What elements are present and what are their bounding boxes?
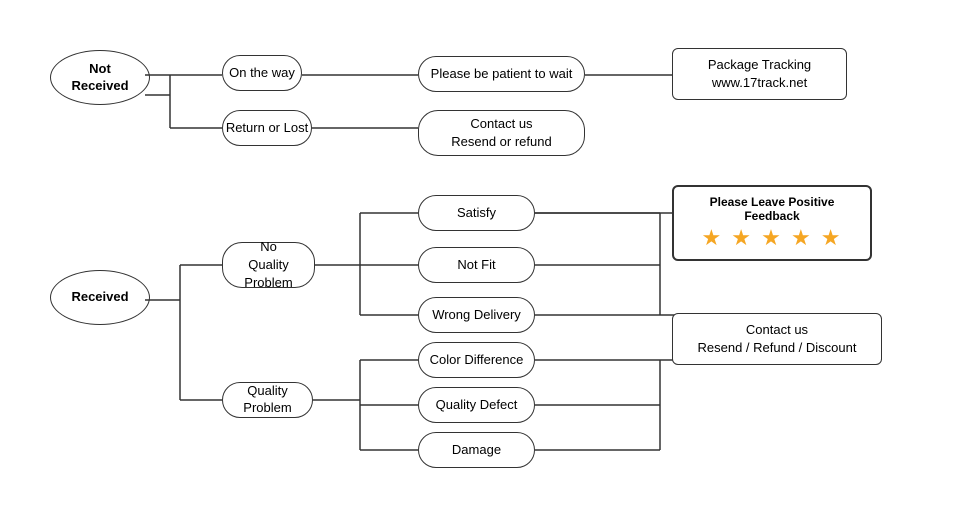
contact-resend-node: Contact us Resend or refund — [418, 110, 585, 156]
satisfy-node: Satisfy — [418, 195, 535, 231]
damage-node: Damage — [418, 432, 535, 468]
received-node: Received — [50, 270, 150, 325]
feedback-box: Please Leave Positive Feedback ★ ★ ★ ★ ★ — [672, 185, 872, 261]
not-received-node: Not Received — [50, 50, 150, 105]
on-the-way-node: On the way — [222, 55, 302, 91]
flowchart: Not Received On the way Return or Lost P… — [0, 0, 960, 513]
patient-node: Please be patient to wait — [418, 56, 585, 92]
no-quality-node: No Quality Problem — [222, 242, 315, 288]
feedback-label: Please Leave Positive Feedback — [686, 195, 858, 223]
quality-problem-node: Quality Problem — [222, 382, 313, 418]
stars-display: ★ ★ ★ ★ ★ — [686, 225, 858, 251]
contact-refund-node: Contact us Resend / Refund / Discount — [672, 313, 882, 365]
wrong-delivery-node: Wrong Delivery — [418, 297, 535, 333]
not-fit-node: Not Fit — [418, 247, 535, 283]
quality-defect-node: Quality Defect — [418, 387, 535, 423]
color-diff-node: Color Difference — [418, 342, 535, 378]
return-or-lost-node: Return or Lost — [222, 110, 312, 146]
tracking-node: Package Tracking www.17track.net — [672, 48, 847, 100]
